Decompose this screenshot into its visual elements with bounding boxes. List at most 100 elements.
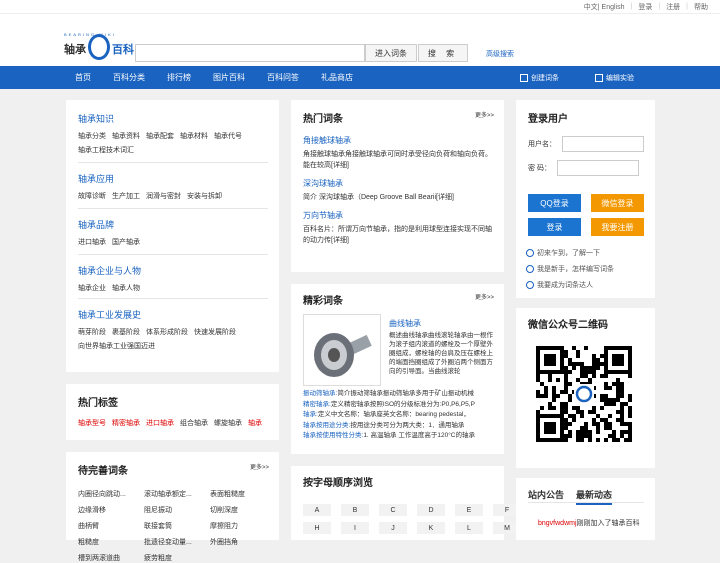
enter-entry-button[interactable]: 进入词条	[365, 44, 417, 62]
letter-button[interactable]: B	[341, 504, 369, 516]
link[interactable]: 生产加工	[112, 193, 140, 200]
more-link[interactable]: 更多>>	[475, 110, 494, 119]
username-row: 用户名：	[528, 136, 644, 152]
link[interactable]: 快速发展阶段	[194, 329, 236, 336]
list-item[interactable]: 粗糙度	[78, 537, 144, 547]
letter-grid: ABCDEF HIJKLM	[303, 504, 521, 534]
section-title[interactable]: 轴承知识	[78, 112, 268, 125]
entry-title[interactable]: 角接触球轴承	[303, 135, 495, 146]
link[interactable]: 向世界轴承工业强国迈进	[78, 343, 155, 350]
help-expert-link[interactable]: 我要成为词条达人	[526, 280, 593, 290]
tag[interactable]: 螺旋轴承	[214, 420, 242, 427]
edit-lab-link[interactable]: 编辑实验	[595, 73, 656, 83]
more-link[interactable]: 更多>>	[475, 292, 494, 301]
list-item[interactable]: 联接套筒	[144, 521, 210, 531]
news-user[interactable]: bngvfwdwmj	[538, 520, 577, 527]
section-title[interactable]: 轴承企业与人物	[78, 264, 268, 277]
login-link[interactable]: 登录	[638, 2, 652, 12]
info-icon	[526, 249, 534, 258]
letter-button[interactable]: E	[455, 504, 483, 516]
logo-right-text: 百科	[112, 44, 134, 56]
letter-button[interactable]: K	[417, 522, 445, 534]
site-logo[interactable]: 轴承 百科 BEARING WIKI	[64, 32, 134, 62]
item-value: 简介振动筛轴承振动筛轴承多用于矿山振动机械	[337, 390, 474, 397]
language-switch[interactable]: 中文| English	[584, 2, 625, 12]
link[interactable]: 轴承材料	[180, 133, 208, 140]
password-input[interactable]	[556, 160, 639, 176]
link[interactable]: 国产轴承	[112, 239, 140, 246]
featured-name[interactable]: 曲线轴承	[389, 318, 421, 329]
letter-button[interactable]: I	[341, 522, 369, 534]
link[interactable]: 轴承企业	[78, 285, 106, 292]
list-item[interactable]: 切削深度	[210, 505, 276, 515]
list-item[interactable]: 滚动轴承额定...	[144, 489, 210, 499]
tag[interactable]: 轴承型号	[78, 420, 106, 427]
create-entry-link[interactable]: 创建词条	[520, 73, 581, 83]
username-input[interactable]	[562, 136, 644, 152]
tag[interactable]: 轴承	[248, 420, 262, 427]
link[interactable]: 轴承工程技术词汇	[78, 147, 134, 154]
link[interactable]: 轴承分类	[78, 133, 106, 140]
login-button[interactable]: 登录	[528, 218, 581, 236]
list-item[interactable]: 曲柄臂	[78, 521, 144, 531]
link[interactable]: 轴承资料	[112, 133, 140, 140]
letter-button[interactable]: J	[379, 522, 407, 534]
nav-images[interactable]: 图片百科	[213, 72, 245, 83]
section-title[interactable]: 轴承品牌	[78, 218, 268, 231]
letter-button[interactable]: A	[303, 504, 331, 516]
letter-button[interactable]: D	[417, 504, 445, 516]
register-button[interactable]: 我要注册	[591, 218, 644, 236]
list-item[interactable]: 槽到两滚道曲	[78, 553, 144, 563]
list-item[interactable]: 外圈挡角	[210, 537, 276, 547]
letter-button[interactable]: H	[303, 522, 331, 534]
item-key[interactable]: 振动筛轴承:	[303, 390, 337, 397]
nav-home[interactable]: 首页	[75, 72, 91, 83]
letter-button[interactable]: L	[455, 522, 483, 534]
item-key[interactable]: 轴承:	[303, 411, 318, 418]
section-title[interactable]: 轴承应用	[78, 172, 268, 185]
qq-login-button[interactable]: QQ登录	[528, 194, 581, 212]
help-write-link[interactable]: 我是新手，怎样编写词条	[526, 264, 614, 274]
help-newcomer-link[interactable]: 初来乍到，了解一下	[526, 248, 600, 258]
nav-ranking[interactable]: 排行榜	[167, 72, 191, 83]
list-item[interactable]: 阻尼振动	[144, 505, 210, 515]
search-button[interactable]: 搜 索	[418, 44, 468, 62]
list-item[interactable]: 摩擦阻力	[210, 521, 276, 531]
bearing-image[interactable]	[303, 314, 381, 386]
list-item[interactable]: 边缘滑移	[78, 505, 144, 515]
link[interactable]: 裹基阶段	[112, 329, 140, 336]
item-key[interactable]: 轴承按使用特性分类:	[303, 432, 363, 439]
link[interactable]: 轴承代号	[214, 133, 242, 140]
nav-gift-shop[interactable]: 礼品商店	[321, 72, 353, 83]
help-link[interactable]: 帮助	[694, 2, 708, 12]
tag[interactable]: 进口轴承	[146, 420, 174, 427]
list-item[interactable]: 表面粗糙度	[210, 489, 276, 499]
link[interactable]: 润滑与密封	[146, 193, 181, 200]
more-link[interactable]: 更多>>	[250, 462, 269, 471]
section-title[interactable]: 轴承工业发展史	[78, 308, 268, 321]
tab-announcements[interactable]: 站内公告	[528, 488, 564, 501]
tag[interactable]: 精密轴承	[112, 420, 140, 427]
item-key[interactable]: 精密轴承:	[303, 401, 331, 408]
link[interactable]: 体系形成阶段	[146, 329, 188, 336]
link[interactable]: 轴承人物	[112, 285, 140, 292]
list-item[interactable]: 内圈径向跳动...	[78, 489, 144, 499]
link[interactable]: 轴承配套	[146, 133, 174, 140]
register-link[interactable]: 注册	[666, 2, 680, 12]
list-item[interactable]: 疲劳粗度	[144, 553, 210, 563]
nav-qa[interactable]: 百科问答	[267, 72, 299, 83]
item-key[interactable]: 轴承按用途分类:	[303, 422, 350, 429]
link[interactable]: 进口轴承	[78, 239, 106, 246]
letter-button[interactable]: C	[379, 504, 407, 516]
nav-categories[interactable]: 百科分类	[113, 72, 145, 83]
tag[interactable]: 组合轴承	[180, 420, 208, 427]
list-item[interactable]: 批遗径变动量...	[144, 537, 210, 547]
search-input[interactable]	[135, 44, 365, 62]
wechat-login-button[interactable]: 微信登录	[591, 194, 644, 212]
entry-title[interactable]: 万向节轴承	[303, 210, 495, 221]
entry-title[interactable]: 深沟球轴承	[303, 178, 495, 189]
link[interactable]: 萌芽阶段	[78, 329, 106, 336]
advanced-search-link[interactable]: 高级搜索	[486, 49, 514, 59]
link[interactable]: 故障诊断	[78, 193, 106, 200]
link[interactable]: 安装与拆卸	[187, 193, 222, 200]
